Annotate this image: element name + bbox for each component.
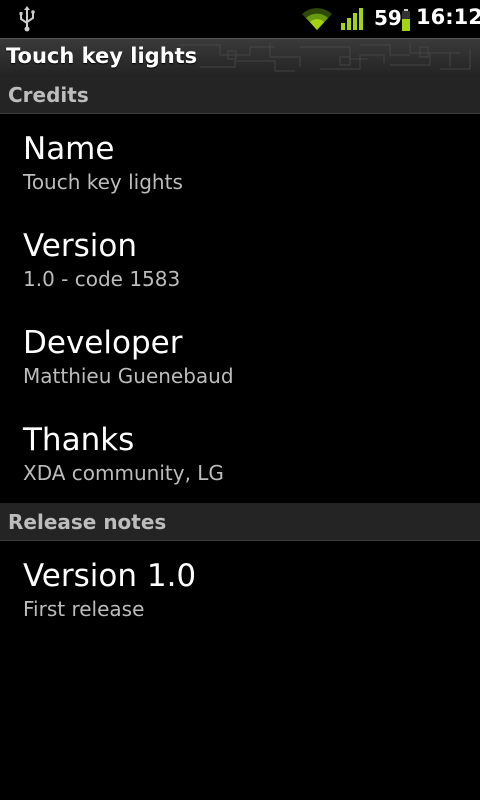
section-header-credits: Credits <box>0 76 480 114</box>
credits-item-version[interactable]: Version 1.0 - code 1583 <box>23 228 180 292</box>
item-value: 1.0 - code 1583 <box>23 267 181 291</box>
item-label: Thanks <box>23 422 135 458</box>
section-header-label: Release notes <box>8 510 167 534</box>
item-label: Developer <box>23 325 183 361</box>
section-header-label: Credits <box>8 83 89 107</box>
item-value: First release <box>23 597 145 621</box>
clock: 16:12 <box>416 5 480 29</box>
credits-item-developer[interactable]: Developer Matthieu Guenebaud <box>23 325 234 389</box>
item-value: XDA community, LG <box>23 461 224 485</box>
app-title: Touch key lights <box>6 44 198 68</box>
usb-icon <box>19 6 35 32</box>
item-value: Touch key lights <box>23 170 183 194</box>
item-value: Matthieu Guenebaud <box>23 364 234 388</box>
item-label: Version 1.0 <box>23 558 197 594</box>
item-label: Name <box>23 131 115 167</box>
credits-item-thanks[interactable]: Thanks XDA community, LG <box>23 422 224 486</box>
title-bar: Touch key lights <box>0 38 480 76</box>
battery-icon <box>402 9 410 31</box>
release-notes-item-version[interactable]: Version 1.0 First release <box>23 558 196 622</box>
battery-percent: 59 <box>374 6 402 30</box>
signal-icon <box>341 8 363 30</box>
item-label: Version <box>23 228 137 264</box>
wifi-icon <box>302 8 332 30</box>
credits-item-name[interactable]: Name Touch key lights <box>23 131 183 195</box>
status-bar: 59 16:12 <box>0 0 480 38</box>
section-header-release-notes: Release notes <box>0 503 480 541</box>
